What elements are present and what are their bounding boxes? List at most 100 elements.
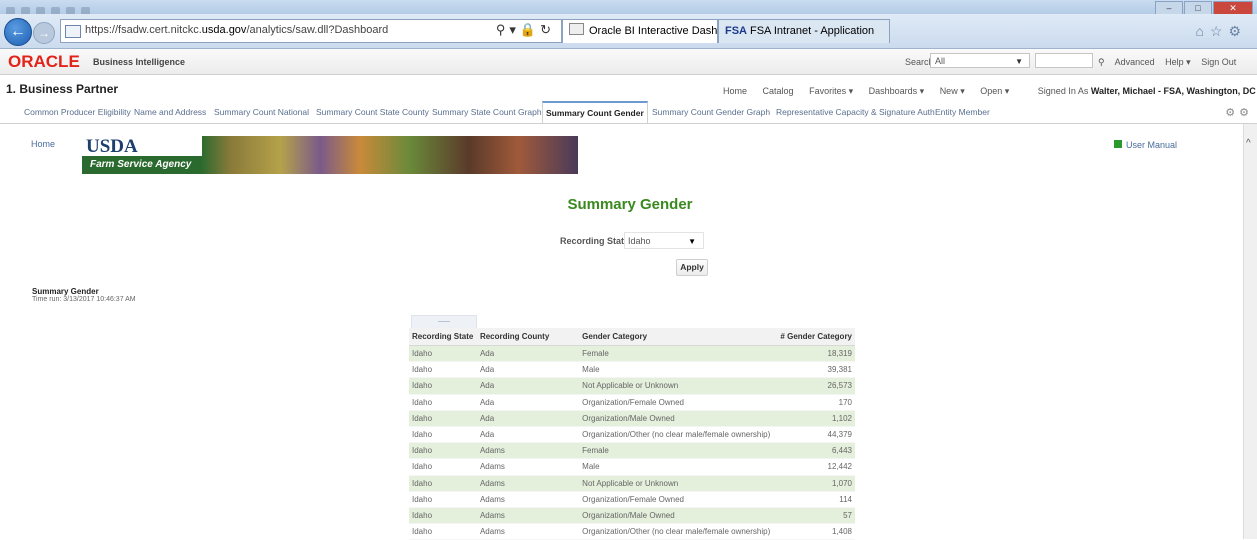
cell-gender-category: Not Applicable or Unknown <box>579 475 774 492</box>
menu-new[interactable]: New ▾ <box>940 86 965 96</box>
table-row: Idaho Ada Organization/Other (no clear mal… <box>409 426 855 444</box>
tab-representative-capacity[interactable]: Representative Capacity & Signature Auth <box>776 107 935 117</box>
cell-recording-county: Adams <box>476 523 580 540</box>
tab-summary-count-national[interactable]: Summary Count National <box>214 107 309 117</box>
obi-header: ORACLE Business Intelligence Search All ▼… <box>0 49 1257 75</box>
cell-recording-county: Adams <box>476 475 580 492</box>
back-arrow-icon[interactable]: ← <box>4 18 32 46</box>
page-options-gear-icon[interactable]: ⚙⚙ <box>1225 106 1253 119</box>
cell-gender-category: Organization/Male Owned <box>579 507 774 525</box>
address-tools-icon[interactable]: ⚲▾🔒↻ <box>496 22 555 38</box>
tab-summary-count-gender-graph[interactable]: Summary Count Gender Graph <box>652 107 770 117</box>
menu-dashboards[interactable]: Dashboards ▾ <box>869 86 925 96</box>
search-input[interactable] <box>1035 53 1093 68</box>
help-menu[interactable]: Help ▾ <box>1165 57 1191 67</box>
recording-state-label: Recording State <box>560 236 630 246</box>
cell-recording-state: Idaho <box>409 394 477 411</box>
table-row: Idaho Ada Male 39,381 <box>409 361 855 379</box>
vertical-scrollbar[interactable]: ^ <box>1243 124 1257 539</box>
menu-catalog[interactable]: Catalog <box>763 86 794 96</box>
cell-gender-category: Not Applicable or Unknown <box>579 377 774 395</box>
home-link[interactable]: Home <box>31 139 55 149</box>
tab-name-and-address[interactable]: Name and Address <box>134 107 206 117</box>
forward-arrow-icon[interactable]: → <box>33 22 55 44</box>
cell-gender-count: 1,070 <box>773 475 855 492</box>
advanced-link[interactable]: Advanced <box>1115 57 1155 67</box>
oracle-logo: ORACLE <box>8 52 80 71</box>
column-header-gender-count[interactable]: # Gender Category <box>773 328 855 346</box>
chevron-down-icon: ▼ <box>688 237 696 246</box>
sign-out-link[interactable]: Sign Out <box>1201 57 1236 67</box>
tab-summary-state-count-graph[interactable]: Summary State Count Graph <box>432 107 542 117</box>
quick-access-toolbar <box>6 2 156 15</box>
cell-recording-county: Ada <box>476 377 580 395</box>
agency-name: Farm Service Agency <box>90 159 192 170</box>
cell-recording-county: Ada <box>476 345 580 363</box>
menu-home[interactable]: Home <box>723 86 747 96</box>
cell-gender-category: Organization/Female Owned <box>579 491 774 508</box>
browser-tab-oracle[interactable]: Oracle BI Interactive Dashb...✕ <box>562 19 718 43</box>
cell-recording-state: Idaho <box>409 458 477 476</box>
column-header-gender-category[interactable]: Gender Category <box>579 328 774 346</box>
cell-gender-count: 170 <box>773 394 855 411</box>
menu-open[interactable]: Open ▾ <box>980 86 1009 96</box>
fsa-logo-icon: FSA <box>725 25 747 37</box>
tab-common-producer-eligibility[interactable]: Common Producer Eligibility <box>24 107 131 117</box>
tab-summary-count-gender[interactable]: Summary Count Gender <box>542 101 648 123</box>
address-bar[interactable]: https://fsadw.cert.nitckc.usda.gov/analy… <box>60 19 562 43</box>
search-scope-select[interactable]: All ▼ <box>930 53 1030 68</box>
window-controls: – □ ✕ <box>1155 1 1253 15</box>
dashboard-menu: Home Catalog Favorites ▾ Dashboards ▾ Ne… <box>710 86 1257 97</box>
cell-recording-state: Idaho <box>409 475 477 492</box>
cell-gender-count: 12,442 <box>773 458 855 476</box>
cell-gender-count: 6,443 <box>773 442 855 460</box>
window-titlebar: – □ ✕ <box>0 0 1257 15</box>
table-row: Idaho Adams Not Applicable or Unknown 1,070 <box>409 475 855 492</box>
tab-label: FSA Intranet - Application <box>750 25 875 37</box>
search-icon[interactable]: ⚲ <box>1098 57 1105 67</box>
cell-gender-count: 114 <box>773 491 855 508</box>
cell-recording-county: Adams <box>476 442 580 460</box>
cell-recording-county: Ada <box>476 394 580 411</box>
header-links: ⚲ Advanced Help ▾ Sign Out <box>1098 57 1244 68</box>
cell-recording-county: Ada <box>476 410 580 427</box>
dashboard-page-tabs: Common Producer Eligibility Name and Add… <box>0 101 1257 124</box>
cell-recording-county: Ada <box>476 361 580 379</box>
table-row: Idaho Ada Organization/Female Owned 170 <box>409 394 855 411</box>
usda-logo: USDA <box>86 136 138 157</box>
tab-summary-count-state-county[interactable]: Summary Count State County <box>316 107 429 117</box>
apply-button[interactable]: Apply <box>676 259 708 276</box>
address-url: https://fsadw.cert.nitckc.usda.gov/analy… <box>85 24 389 36</box>
browser-tab-fsa[interactable]: FSA FSA Intranet - Application <box>718 19 890 43</box>
browser-navbar: ← → https://fsadw.cert.nitckc.usda.gov/a… <box>0 14 1257 49</box>
cell-recording-county: Adams <box>476 458 580 476</box>
recording-state-select[interactable]: Idaho ▼ <box>624 232 704 249</box>
cell-gender-count: 26,573 <box>773 377 855 395</box>
cell-gender-count: 57 <box>773 507 855 525</box>
column-header-recording-state[interactable]: Recording State <box>409 328 477 346</box>
tab-entity-member[interactable]: Entity Member <box>935 107 990 117</box>
minimize-button[interactable]: – <box>1155 1 1183 15</box>
maximize-button[interactable]: □ <box>1184 1 1212 15</box>
menu-favorites[interactable]: Favorites ▾ <box>809 86 853 96</box>
tab-page-icon <box>569 23 584 35</box>
user-manual-link[interactable]: User Manual <box>1114 140 1177 150</box>
close-window-button[interactable]: ✕ <box>1213 1 1253 15</box>
section-title: Summary Gender <box>567 196 693 213</box>
table-drag-handle[interactable] <box>411 315 477 329</box>
scroll-up-icon[interactable]: ^ <box>1246 138 1251 149</box>
chevron-down-icon: ▼ <box>1015 57 1023 66</box>
cell-recording-county: Adams <box>476 491 580 508</box>
table-row: Idaho Adams Female 6,443 <box>409 442 855 460</box>
cell-recording-state: Idaho <box>409 442 477 460</box>
tab-label: Oracle BI Interactive Dashb... <box>589 25 718 37</box>
signed-in-as[interactable]: Signed In As Walter, Michael - FSA, Wash… <box>1025 86 1257 96</box>
product-name: Business Intelligence <box>93 57 186 67</box>
cell-recording-state: Idaho <box>409 361 477 379</box>
table-row: Idaho Ada Female 18,319 <box>409 345 855 363</box>
table-row: Idaho Ada Organization/Male Owned 1,102 <box>409 410 855 427</box>
cell-gender-count: 18,319 <box>773 345 855 363</box>
column-header-recording-county[interactable]: Recording County <box>476 328 580 346</box>
cell-recording-state: Idaho <box>409 426 477 444</box>
home-star-gear-icons[interactable]: ⌂☆⚙ <box>1195 23 1247 40</box>
